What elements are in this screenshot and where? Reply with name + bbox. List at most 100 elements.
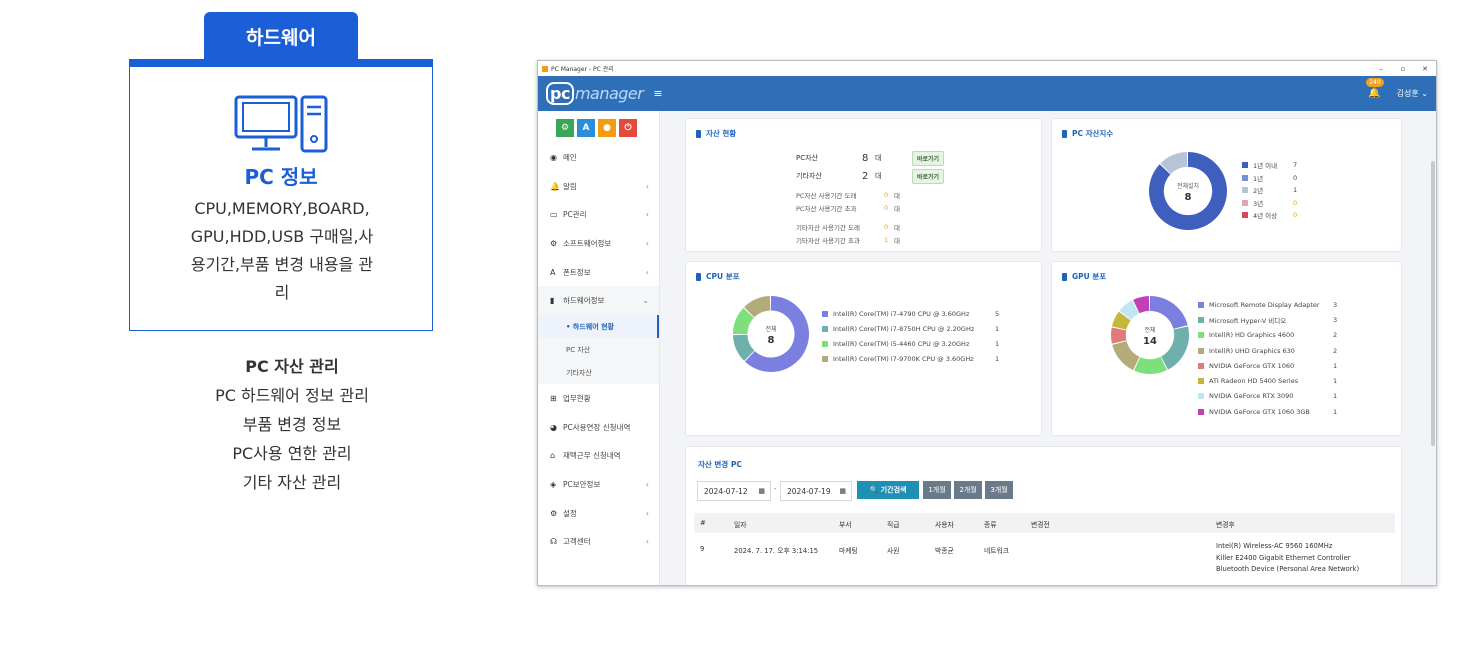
sidebar-item[interactable]: A 폰트정보 ‹ (538, 258, 659, 287)
goto-button[interactable]: 바로가기 (912, 150, 945, 166)
donut-slice[interactable] (1150, 296, 1188, 329)
legend-swatch (822, 340, 828, 347)
quick-button-1[interactable]: A (577, 119, 595, 137)
sidebar-item-icon: ▭ (550, 210, 558, 220)
sidebar-item-label: 메인 (563, 152, 577, 162)
cpu-donut-chart: 전체 8 (733, 296, 809, 372)
sidebar-item-icon: ◉ (550, 152, 557, 162)
legend-label: Intel(R) Core(TM) i7-8750H CPU @ 2.20GHz (833, 324, 975, 333)
usage-label: 기타자산 사용기간 도래 (796, 224, 860, 233)
legend-item[interactable]: NVIDIA GeForce GTX 1060 1 (1198, 358, 1343, 373)
usage-count: 0 (884, 203, 889, 212)
legend-label: 4년 이상 (1253, 212, 1278, 221)
sidebar-subitem[interactable]: 기타자산 (538, 361, 659, 385)
start-date-value: 2024-07-12 (704, 486, 748, 496)
legend-item[interactable]: Intel(R) Core(TM) i7-4790 CPU @ 3.60GHz 5 (822, 306, 1005, 321)
usage-count: 0 (884, 223, 889, 232)
cell-dept: 마케팅 (839, 547, 858, 555)
usage-unit: 대 (894, 236, 900, 245)
period-2month-button[interactable]: 2개월 (954, 481, 982, 499)
sidebar-item[interactable]: ⚙ 설정 ‹ (538, 499, 659, 528)
sidebar-item[interactable]: ⌂ 재택근무 신청내역 (538, 442, 659, 471)
legend-item[interactable]: NVIDIA GeForce RTX 3090 1 (1198, 389, 1343, 404)
goto-button[interactable]: 바로가기 (912, 168, 945, 184)
donut-slice[interactable] (1112, 341, 1140, 371)
maximize-button[interactable]: ▫ (1392, 65, 1414, 73)
donut-slice[interactable] (1134, 356, 1167, 374)
sidebar-item-label: 하드웨어정보 (563, 296, 605, 306)
legend-item[interactable]: NVIDIA GeForce GTX 1060 3GB 1 (1198, 404, 1343, 419)
usage-row: PC자산 사용기간 도래 0 대 (796, 189, 900, 202)
usage-unit: 대 (894, 192, 900, 201)
legend-item[interactable]: Intel(R) Core(TM) i5-4460 CPU @ 3.20GHz 1 (822, 336, 1005, 351)
minimize-button[interactable]: – (1370, 65, 1392, 73)
legend-item[interactable]: Intel(R) Core(TM) i7-8750H CPU @ 2.20GHz… (822, 321, 1005, 336)
quick-button-3[interactable]: ⏻ (619, 119, 637, 137)
donut-center-value: 8 (768, 335, 775, 346)
donut-center-value: 8 (1185, 192, 1192, 203)
hardware-tab[interactable]: 하드웨어 (204, 12, 358, 60)
legend-label: Microsoft Remote Display Adapter (1209, 300, 1320, 309)
asset-count: 2 (862, 170, 869, 182)
sidebar-item[interactable]: ▭ PC관리 ‹ (538, 200, 659, 229)
sidebar-item[interactable]: 🔔 알림 ‹ (538, 172, 659, 201)
legend-value: 1 (995, 324, 1000, 333)
sidebar-item[interactable]: ◉ 메인 (538, 143, 659, 172)
sidebar-item-label: 업무현황 (563, 393, 591, 403)
legend-value: 3 (1333, 315, 1338, 324)
column-header: 직급 (887, 521, 900, 529)
sidebar-item-label: 소프트웨어정보 (563, 238, 612, 248)
legend-item[interactable]: 1년 0 (1242, 172, 1303, 185)
calendar-icon[interactable]: ▦ (758, 487, 765, 495)
donut-center-label: 전체 (765, 325, 776, 333)
sidebar-item[interactable]: ⊞ 업무현황 (538, 384, 659, 413)
legend-item[interactable]: 2년 1 (1242, 184, 1303, 197)
sidebar-item[interactable]: ☊ 고객센터 ‹ (538, 528, 659, 557)
sidebar-subitem[interactable]: PC 자산 (538, 338, 659, 362)
quick-button-0[interactable]: ⚙ (556, 119, 574, 137)
close-button[interactable]: ✕ (1414, 65, 1436, 73)
notification-button[interactable]: 🔔 240 (1366, 78, 1384, 99)
cpu-distribution-title: CPU 분포 (696, 271, 740, 282)
legend-item[interactable]: 1년 이내 7 (1242, 159, 1303, 172)
legend-item[interactable]: 4년 이상 0 (1242, 209, 1303, 222)
legend-label: 3년 (1253, 199, 1264, 208)
asset-change-card: 자산 변경 PC 2024-07-12 ▦ - 2024-07-19 ▦ 🔍 기… (685, 446, 1402, 585)
sidebar-item[interactable]: ◈ PC보안정보 ‹ (538, 470, 659, 499)
legend-value: 0 (1293, 173, 1298, 182)
legend-item[interactable]: ATI Radeon HD 5400 Series 1 (1198, 373, 1343, 388)
chevron-left-icon: ‹ (645, 480, 649, 490)
menu-toggle-icon[interactable]: ≡ (653, 87, 662, 100)
quick-button-2[interactable]: ● (598, 119, 616, 137)
end-date-input[interactable]: 2024-07-19 ▦ (780, 481, 852, 501)
calendar-icon[interactable]: ▦ (839, 487, 846, 495)
sidebar-item[interactable]: ⚙ 소프트웨어정보 ‹ (538, 229, 659, 258)
legend-item[interactable]: 3년 0 (1242, 197, 1303, 210)
donut-slice[interactable] (1161, 326, 1189, 370)
legend-item[interactable]: Intel(R) UHD Graphics 630 2 (1198, 343, 1343, 358)
pcmanager-logo[interactable]: pc manager (546, 82, 644, 105)
user-menu[interactable]: 김성훈 ⌄ (1397, 88, 1428, 99)
sidebar-item[interactable]: ▮ 하드웨어정보 ⌄ (538, 286, 659, 316)
table-row[interactable]: 9 2024. 7. 17. 오후 3:14:15 마케팅 사원 박종균 네트워… (694, 539, 1395, 579)
sidebar-item-icon: ⊞ (550, 393, 557, 403)
legend-item[interactable]: Intel(R) HD Graphics 4600 2 (1198, 328, 1343, 343)
vertical-scrollbar[interactable] (1431, 161, 1435, 446)
cell-user: 박종균 (935, 547, 954, 555)
donut-slice[interactable] (1149, 152, 1227, 230)
legend-item[interactable]: Microsoft Remote Display Adapter 3 (1198, 297, 1343, 312)
period-search-button[interactable]: 🔍 기간검색 (857, 481, 919, 499)
period-3month-button[interactable]: 3개월 (985, 481, 1013, 499)
logo-manager: manager (574, 84, 644, 103)
sidebar-subitem[interactable]: • 하드웨어 현황 (538, 315, 659, 339)
cpu-distribution-card: CPU 분포 전체 8 Intel(R) Core(TM) i7-4790 CPU… (685, 261, 1042, 436)
sidebar-item-label: PC보안정보 (563, 480, 601, 490)
legend-item[interactable]: Intel(R) Core(TM) i7-9700K CPU @ 3.60GHz… (822, 351, 1005, 366)
start-date-input[interactable]: 2024-07-12 ▦ (697, 481, 771, 501)
legend-item[interactable]: Microsoft Hyper-V 비디오 3 (1198, 312, 1343, 327)
period-1month-button[interactable]: 1개월 (923, 481, 951, 499)
window-title: PC Manager - PC 관리 (551, 66, 614, 73)
sidebar-item-label: 재택근무 신청내역 (563, 451, 621, 461)
sidebar-item[interactable]: ◕ PC사용연장 신청내역 (538, 413, 659, 442)
donut-slice[interactable] (1111, 327, 1127, 344)
